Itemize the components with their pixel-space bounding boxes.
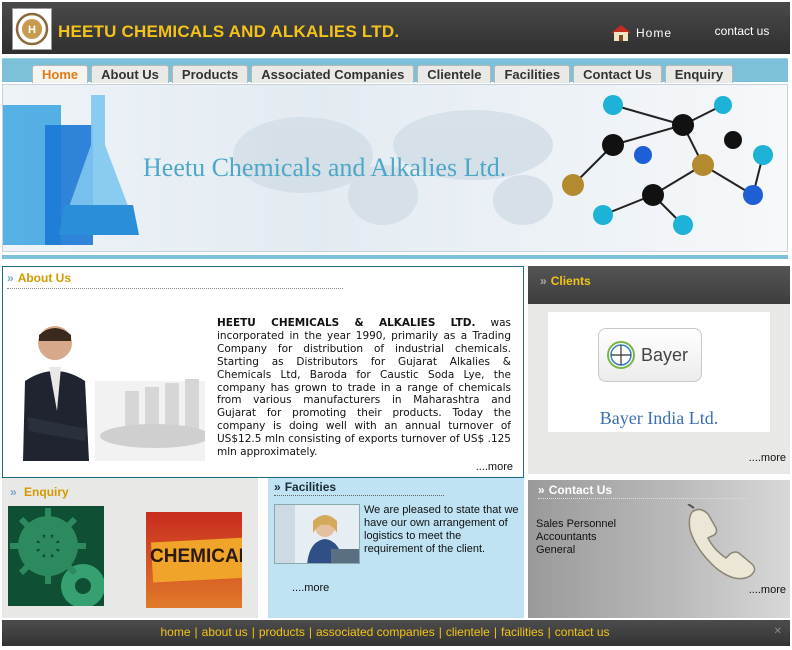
- gears-image: [8, 506, 104, 606]
- footer-link-facilities[interactable]: facilities: [501, 625, 544, 639]
- facilities-more-link[interactable]: ....more: [292, 582, 329, 594]
- company-title: HEETU CHEMICALS AND ALKALIES LTD.: [58, 22, 400, 41]
- tab-enquiry[interactable]: Enquiry: [664, 65, 734, 83]
- about-company-name: HEETU CHEMICALS & ALKALIES LTD.: [217, 317, 476, 329]
- banner-divider: [2, 255, 788, 259]
- header-home-label: Home: [636, 26, 673, 40]
- site-header: H HEETU CHEMICALS AND ALKALIES LTD. Home…: [2, 2, 790, 54]
- office-woman-image: [275, 505, 359, 563]
- contact-heading[interactable]: » Contact Us: [538, 483, 748, 499]
- about-heading-label: About Us: [17, 271, 72, 285]
- about-heading[interactable]: » About Us: [7, 271, 343, 289]
- contact-heading-label: Contact Us: [548, 483, 613, 497]
- facilities-photo: [274, 504, 360, 564]
- facilities-heading[interactable]: » Facilities: [274, 480, 444, 496]
- tab-contact-us[interactable]: Contact Us: [573, 65, 662, 83]
- enquiry-heading-label: Enquiry: [24, 485, 69, 499]
- footer-link-clientele[interactable]: clientele: [446, 625, 490, 639]
- contact-item-accountants[interactable]: Accountants: [536, 531, 616, 544]
- contact-panel: » Contact Us Sales Personnel Accountants …: [528, 480, 790, 618]
- tab-about-us[interactable]: About Us: [91, 65, 169, 83]
- house-icon: [611, 25, 631, 41]
- about-more-link[interactable]: ....more: [476, 461, 513, 473]
- footer-link-associated-companies[interactable]: associated companies: [316, 625, 435, 639]
- hca-logo-icon: H: [15, 12, 49, 46]
- main-nav: Home About Us Products Associated Compan…: [2, 58, 788, 83]
- footer-link-about-us[interactable]: about us: [202, 625, 248, 639]
- hero-banner: Heetu Chemicals and Alkalies Ltd.: [2, 84, 788, 252]
- clients-panel: » Clients Bayer Bayer India Ltd. ....more: [528, 266, 790, 474]
- clients-heading[interactable]: » Clients: [540, 274, 591, 288]
- bayer-cross-icon: [607, 341, 635, 369]
- client-card-bayer[interactable]: Bayer Bayer India Ltd.: [548, 312, 770, 432]
- chemicals-label: CHEMICALS: [150, 546, 242, 567]
- header-home-link[interactable]: Home: [610, 24, 672, 42]
- telephone-icon: [687, 504, 756, 580]
- businessman-photo: [23, 326, 205, 461]
- contact-item-general[interactable]: General: [536, 544, 616, 557]
- double-chevron-icon: »: [538, 483, 545, 497]
- contact-more-link[interactable]: ....more: [749, 584, 786, 596]
- about-panel: » About Us HEETU CHEMICALS & ALKALIES LTD…: [2, 266, 524, 478]
- footer-link-products[interactable]: products: [259, 625, 305, 639]
- header-contact-link[interactable]: contact us: [702, 24, 782, 38]
- clients-more-link[interactable]: ....more: [749, 452, 786, 464]
- bayer-logo-word: Bayer: [641, 345, 689, 365]
- bayer-logo-badge: Bayer: [598, 328, 702, 382]
- enquiry-panel: » Enquiry CHEMICALS: [2, 478, 258, 618]
- site-footer: home | about us | products | associated compan…: [2, 620, 790, 646]
- tab-associated-companies[interactable]: Associated Companies: [251, 65, 415, 83]
- about-body: was incorporated in the year 1990, prima…: [217, 317, 511, 459]
- svg-text:H: H: [28, 24, 36, 36]
- about-text: HEETU CHEMICALS & ALKALIES LTD. was inco…: [217, 317, 511, 459]
- footer-close-icon: ✕: [773, 626, 782, 637]
- footer-link-home[interactable]: home: [160, 625, 190, 639]
- flask-illustration: [3, 95, 139, 245]
- double-chevron-icon: »: [7, 271, 14, 285]
- facilities-heading-label: Facilities: [284, 480, 337, 494]
- facilities-text: We are pleased to state that we have our…: [364, 504, 519, 555]
- double-chevron-icon: »: [10, 485, 17, 499]
- double-chevron-icon: »: [274, 480, 281, 494]
- contact-item-sales[interactable]: Sales Personnel: [536, 518, 616, 531]
- footer-link-contact-us[interactable]: contact us: [555, 625, 610, 639]
- tab-facilities[interactable]: Facilities: [494, 65, 571, 83]
- tab-clientele[interactable]: Clientele: [417, 65, 492, 83]
- footer-links: home | about us | products | associated compan…: [160, 625, 610, 639]
- enquiry-heading[interactable]: » Enquiry: [10, 485, 69, 499]
- banner-title: Heetu Chemicals and Alkalies Ltd.: [143, 153, 507, 182]
- double-chevron-icon: »: [540, 274, 547, 288]
- tab-products[interactable]: Products: [171, 65, 249, 83]
- contact-list: Sales Personnel Accountants General: [536, 518, 616, 557]
- client-name: Bayer India Ltd.: [599, 408, 719, 428]
- company-logo[interactable]: H: [12, 8, 52, 50]
- facilities-panel: » Facilities We are pleased to state that…: [268, 478, 524, 618]
- tab-home[interactable]: Home: [32, 65, 89, 83]
- clients-heading-label: Clients: [550, 274, 591, 288]
- chemicals-barrel-image: CHEMICALS: [146, 512, 242, 608]
